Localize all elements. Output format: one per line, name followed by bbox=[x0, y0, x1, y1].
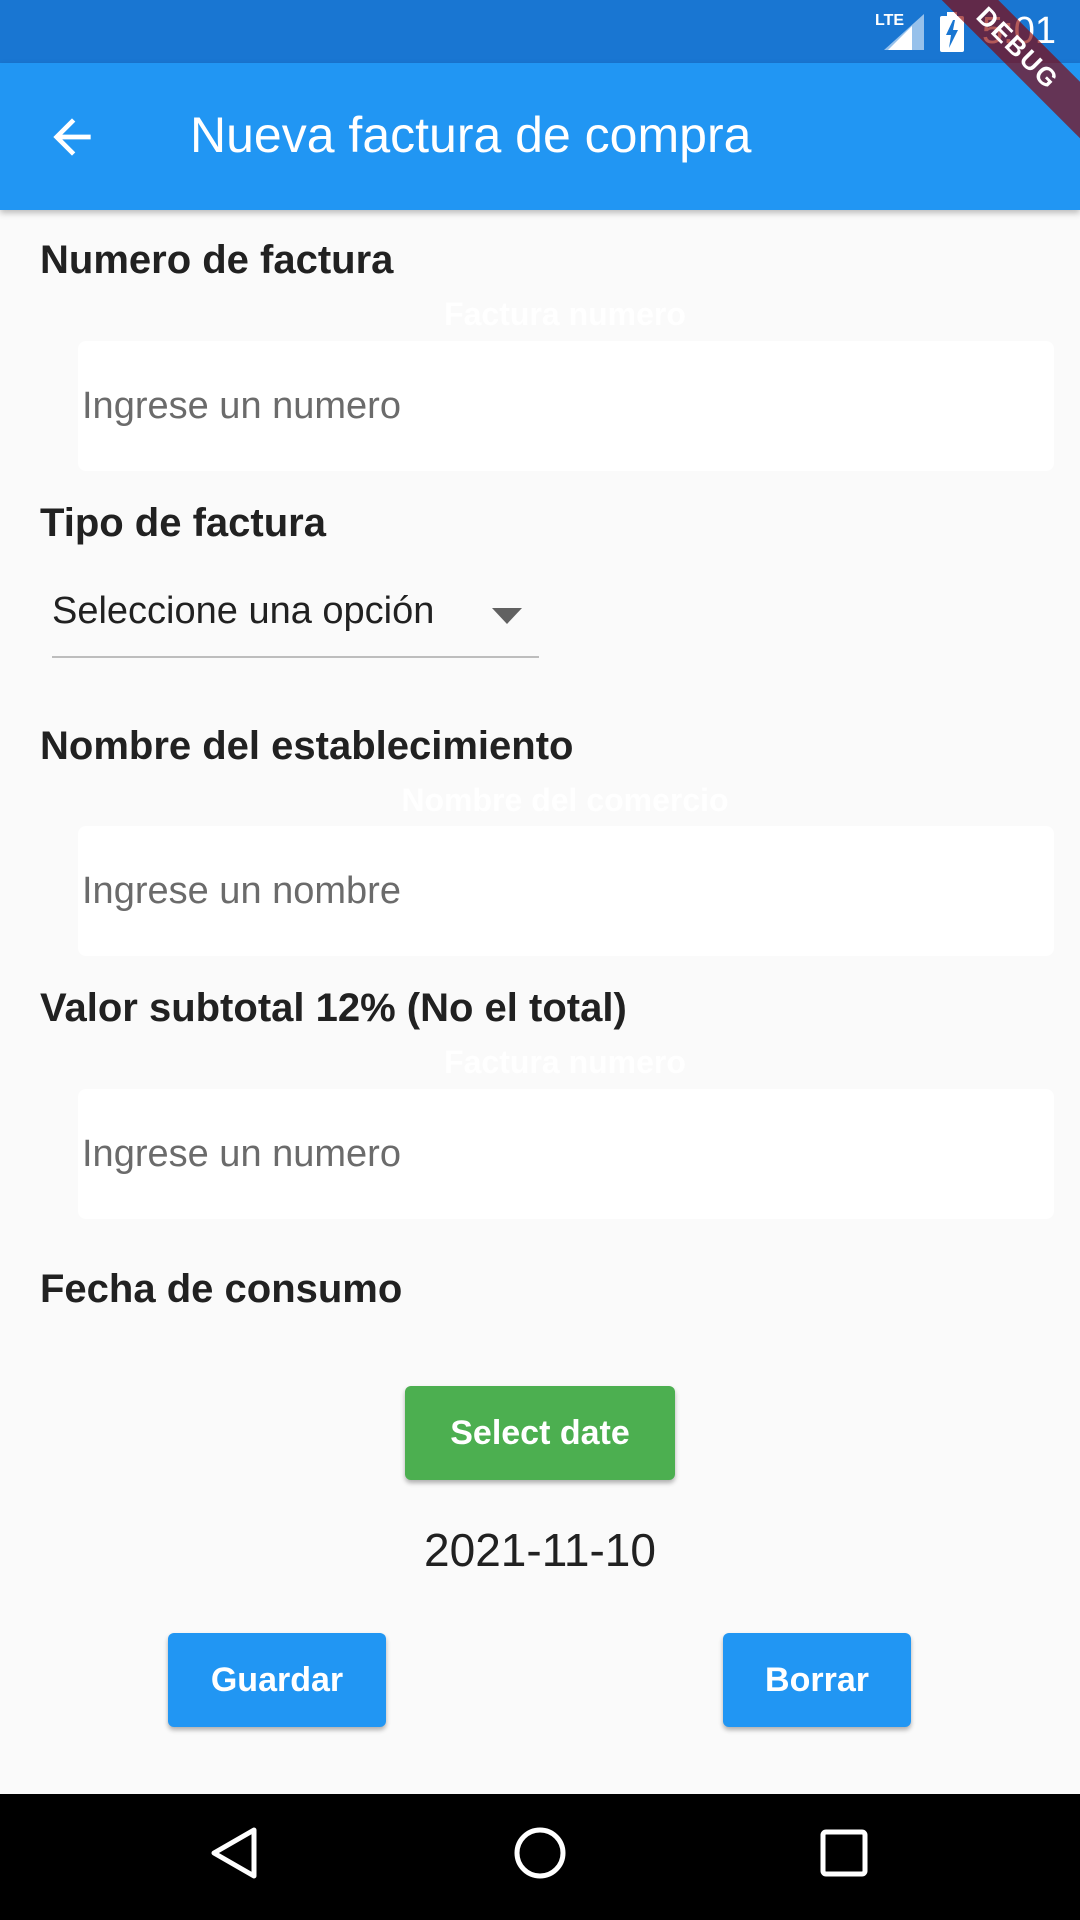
system-nav-bar bbox=[0, 1794, 1080, 1920]
subtotal-hint-label: Factura numero bbox=[444, 1044, 686, 1080]
nav-back-icon[interactable] bbox=[210, 1826, 258, 1880]
dropdown-arrow-icon bbox=[492, 608, 522, 624]
app-bar: Nueva factura de compra bbox=[0, 63, 1080, 210]
invoice-number-label: Numero de factura bbox=[40, 238, 394, 282]
page-title: Nueva factura de compra bbox=[190, 107, 752, 163]
back-button[interactable] bbox=[44, 109, 100, 165]
clear-button[interactable]: Borrar bbox=[723, 1633, 911, 1727]
subtotal-label: Valor subtotal 12% (No el total) bbox=[40, 986, 627, 1030]
subtotal-input[interactable] bbox=[78, 1089, 1054, 1219]
selected-date-value: 2021-11-10 bbox=[424, 1524, 656, 1576]
invoice-type-dropdown[interactable]: Seleccione una opción bbox=[52, 580, 539, 658]
establishment-name-input[interactable] bbox=[78, 826, 1054, 956]
invoice-number-hint-label: Factura numero bbox=[444, 296, 686, 332]
select-date-button[interactable]: Select date bbox=[405, 1386, 675, 1480]
invoice-type-label: Tipo de factura bbox=[40, 501, 326, 545]
signal-icon bbox=[884, 14, 924, 50]
invoice-type-selected-value: Seleccione una opción bbox=[52, 590, 435, 632]
establishment-label: Nombre del establecimiento bbox=[40, 724, 574, 768]
consumption-date-label: Fecha de consumo bbox=[40, 1267, 403, 1311]
establishment-hint-label: Nombre del comercio bbox=[401, 782, 729, 818]
screen: LTE 5:01 DEBUG Nueva factura de compra N… bbox=[0, 0, 1080, 1920]
invoice-number-input[interactable] bbox=[78, 341, 1054, 471]
arrow-back-icon bbox=[53, 118, 91, 156]
nav-home-icon[interactable] bbox=[513, 1826, 567, 1880]
nav-recents-icon[interactable] bbox=[820, 1829, 868, 1877]
status-bar: LTE 5:01 bbox=[0, 0, 1080, 63]
save-button[interactable]: Guardar bbox=[168, 1633, 386, 1727]
